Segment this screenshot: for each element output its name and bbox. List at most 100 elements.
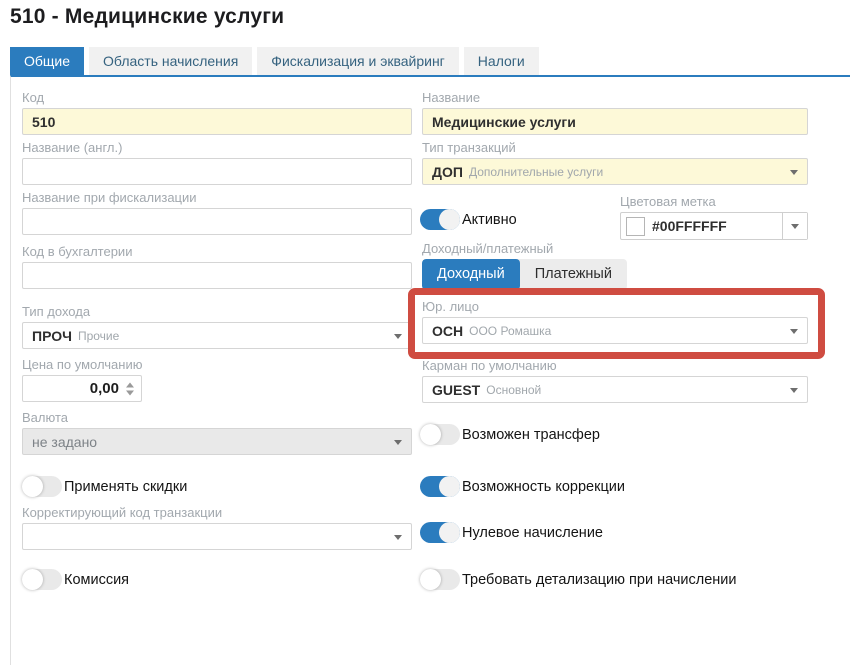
cvetovaya-metka-label: Цветовая метка [620,194,808,209]
chevron-down-icon [394,535,402,540]
karman-po-umolchaniyu-label: Карман по умолчанию [422,358,808,373]
komissiya-toggle[interactable] [22,569,62,590]
field-cvetovaya-metka: Цветовая метка #00FFFFFF [620,194,808,240]
valyuta-select: не задано [22,428,412,455]
tab-obshchie[interactable]: Общие [10,47,84,75]
tab-nalogi[interactable]: Налоги [464,47,539,75]
spinner-up-icon[interactable] [126,382,134,387]
tab-oblast-nachisleniya[interactable]: Область начисления [89,47,252,75]
selected-description: Прочие [78,329,119,343]
selected-description: Дополнительные услуги [469,165,603,179]
selected-code: ОСН [432,323,463,339]
chevron-down-icon [790,388,798,393]
toggle-knob [439,476,460,497]
nulevoe-nachislenie-toggle[interactable] [420,522,460,543]
tip-dohoda-select[interactable]: ПРОЧ Прочие [22,322,412,349]
karman-po-umolchaniyu-select[interactable]: GUEST Основной [422,376,808,403]
vozmozhnost-korrekcii-toggle-row: Возможность коррекции [420,476,625,497]
toggle-knob [22,476,43,497]
cena-po-umolchaniyu-label: Цена по умолчанию [22,357,412,372]
yur-lico-select[interactable]: ОСН ООО Ромашка [422,317,808,344]
selected-description: ООО Ромашка [469,324,551,338]
nazvanie-pri-fiskalizacii-label: Название при фискализации [22,190,412,205]
tab-bar: Общие Область начисления Фискализация и … [10,47,539,75]
nazvanie-pri-fiskalizacii-input[interactable] [22,208,412,235]
field-kod-v-buhgalterii: Код в бухгалтерии [22,244,412,289]
selected-code: ДОП [432,164,463,180]
komissiya-toggle-row: Комиссия [22,569,129,590]
field-nazvanie-angl: Название (англ.) [22,140,412,185]
tip-tranzakcij-select[interactable]: ДОП Дополнительные услуги [422,158,808,185]
nulevoe-nachislenie-toggle-row: Нулевое начисление [420,522,603,543]
field-nazvanie-pri-fiskalizacii: Название при фискализации [22,190,412,235]
dohodnyj-platezhnyj-label: Доходный/платежный [422,241,808,256]
tip-dohoda-label: Тип дохода [22,304,412,319]
field-kod: Код [22,90,412,135]
korrektiruyushchij-kod-select[interactable] [22,523,412,550]
tip-tranzakcij-label: Тип транзакций [422,140,808,155]
trebovat-detalizaciyu-toggle[interactable] [420,569,460,590]
aktivno-toggle[interactable] [420,209,460,230]
spinner-down-icon[interactable] [126,390,134,395]
vozmozhen-transfer-toggle[interactable] [420,424,460,445]
page-title: 510 - Медицинские услуги [10,5,284,29]
field-cena-po-umolchaniyu: Цена по умолчанию 0,00 [22,357,412,402]
color-swatch [626,217,645,236]
toggle-knob [439,522,460,543]
nazvanie-angl-input[interactable] [22,158,412,185]
nulevoe-nachislenie-label: Нулевое начисление [462,525,603,541]
vozmozhen-transfer-label: Возможен трансфер [462,427,600,443]
field-dohodnyj-platezhnyj: Доходный/платежный Доходный Платежный [422,241,808,290]
nazvanie-label: Название [422,90,808,105]
cena-po-umolchaniyu-input[interactable]: 0,00 [22,375,142,402]
number-stepper [126,382,134,395]
field-karman-po-umolchaniyu: Карман по умолчанию GUEST Основной [422,358,808,403]
primenyat-skidki-label: Применять скидки [64,479,187,495]
vozmozhnost-korrekcii-toggle[interactable] [420,476,460,497]
chevron-down-icon [790,170,798,175]
tab-fiskalizaciya-i-ekvajring[interactable]: Фискализация и эквайринг [257,47,459,75]
trebovat-detalizaciyu-label: Требовать детализацию при начислении [462,572,737,588]
dohodnyj-platezhnyj-segmented-control: Доходный Платежный [422,259,627,290]
field-nazvanie: Название [422,90,808,135]
vozmozhen-transfer-toggle-row: Возможен трансфер [420,424,600,445]
color-picker-dropdown-button[interactable] [782,213,807,239]
trebovat-detalizaciyu-toggle-row: Требовать детализацию при начислении [420,569,737,590]
dohodnyj-button[interactable]: Доходный [422,259,520,290]
cvetovaya-metka-picker[interactable]: #00FFFFFF [620,212,808,240]
field-valyuta: Валюта не задано [22,410,412,455]
nazvanie-input[interactable] [422,108,808,135]
toggle-knob [22,569,43,590]
chevron-down-icon [790,329,798,334]
nazvanie-angl-label: Название (англ.) [22,140,412,155]
color-hex-value: #00FFFFFF [652,218,727,234]
kod-input[interactable] [22,108,412,135]
transaction-code-settings-page: 510 - Медицинские услуги Общие Область н… [0,0,850,665]
chevron-down-icon [394,334,402,339]
selected-value: не задано [32,434,97,450]
selected-description: Основной [486,383,541,397]
platezhnyj-button[interactable]: Платежный [520,259,627,290]
primenyat-skidki-toggle[interactable] [22,476,62,497]
aktivno-toggle-row: Активно [420,209,517,230]
kod-label: Код [22,90,412,105]
field-korrektiruyushchij-kod: Корректирующий код транзакции [22,505,412,550]
chevron-down-icon [394,440,402,445]
selected-code: ПРОЧ [32,328,72,344]
price-value: 0,00 [90,380,119,397]
yur-lico-label: Юр. лицо [422,299,808,314]
selected-code: GUEST [432,382,480,398]
chevron-down-icon [791,224,799,229]
kod-v-buhgalterii-label: Код в бухгалтерии [22,244,412,259]
kod-v-buhgalterii-input[interactable] [22,262,412,289]
primenyat-skidki-toggle-row: Применять скидки [22,476,187,497]
field-tip-tranzakcij: Тип транзакций ДОП Дополнительные услуги [422,140,808,185]
aktivno-label: Активно [462,212,517,228]
komissiya-label: Комиссия [64,572,129,588]
korrektiruyushchij-kod-label: Корректирующий код транзакции [22,505,412,520]
field-yur-lico: Юр. лицо ОСН ООО Ромашка [422,299,808,344]
toggle-knob [420,569,441,590]
toggle-knob [420,424,441,445]
valyuta-label: Валюта [22,410,412,425]
field-tip-dohoda: Тип дохода ПРОЧ Прочие [22,304,412,349]
